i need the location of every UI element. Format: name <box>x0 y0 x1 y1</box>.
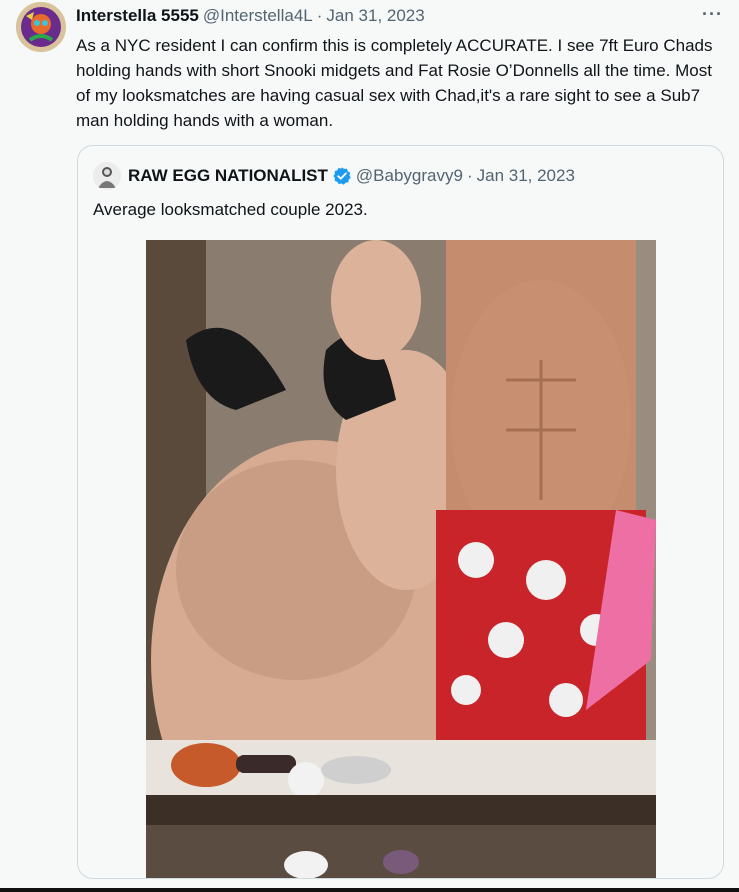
tweet-date[interactable]: Jan 31, 2023 <box>326 6 424 26</box>
tweet-header: Interstella 5555 @Interstella4L · Jan 31… <box>76 5 725 27</box>
verified-badge-icon <box>332 166 352 186</box>
tweet-text: As a NYC resident I can confirm this is … <box>76 36 713 130</box>
separator-dot: · <box>466 166 473 185</box>
quoted-tweet-header: RAW EGG NATIONALIST @Babygravy9 · Jan 31… <box>93 162 575 190</box>
quoted-tweet[interactable]: RAW EGG NATIONALIST @Babygravy9 · Jan 31… <box>77 145 724 879</box>
quoted-tweet-photo[interactable] <box>146 240 656 878</box>
divider <box>0 888 739 892</box>
quoted-author-handle[interactable]: @Babygravy9 <box>356 166 463 186</box>
more-options-button[interactable]: ··· <box>702 4 723 25</box>
quoted-author-avatar[interactable] <box>93 162 121 190</box>
author-name[interactable]: Interstella 5555 <box>76 6 199 26</box>
author-avatar[interactable] <box>16 2 66 52</box>
quoted-tweet-date[interactable]: Jan 31, 2023 <box>477 166 575 186</box>
tweet-card[interactable]: Interstella 5555 @Interstella4L · Jan 31… <box>0 0 739 892</box>
quoted-author-name[interactable]: RAW EGG NATIONALIST <box>128 166 328 186</box>
separator-dot: · <box>316 6 323 25</box>
author-handle[interactable]: @Interstella4L <box>203 6 313 26</box>
quoted-tweet-text: Average looksmatched couple 2023. <box>93 200 368 219</box>
